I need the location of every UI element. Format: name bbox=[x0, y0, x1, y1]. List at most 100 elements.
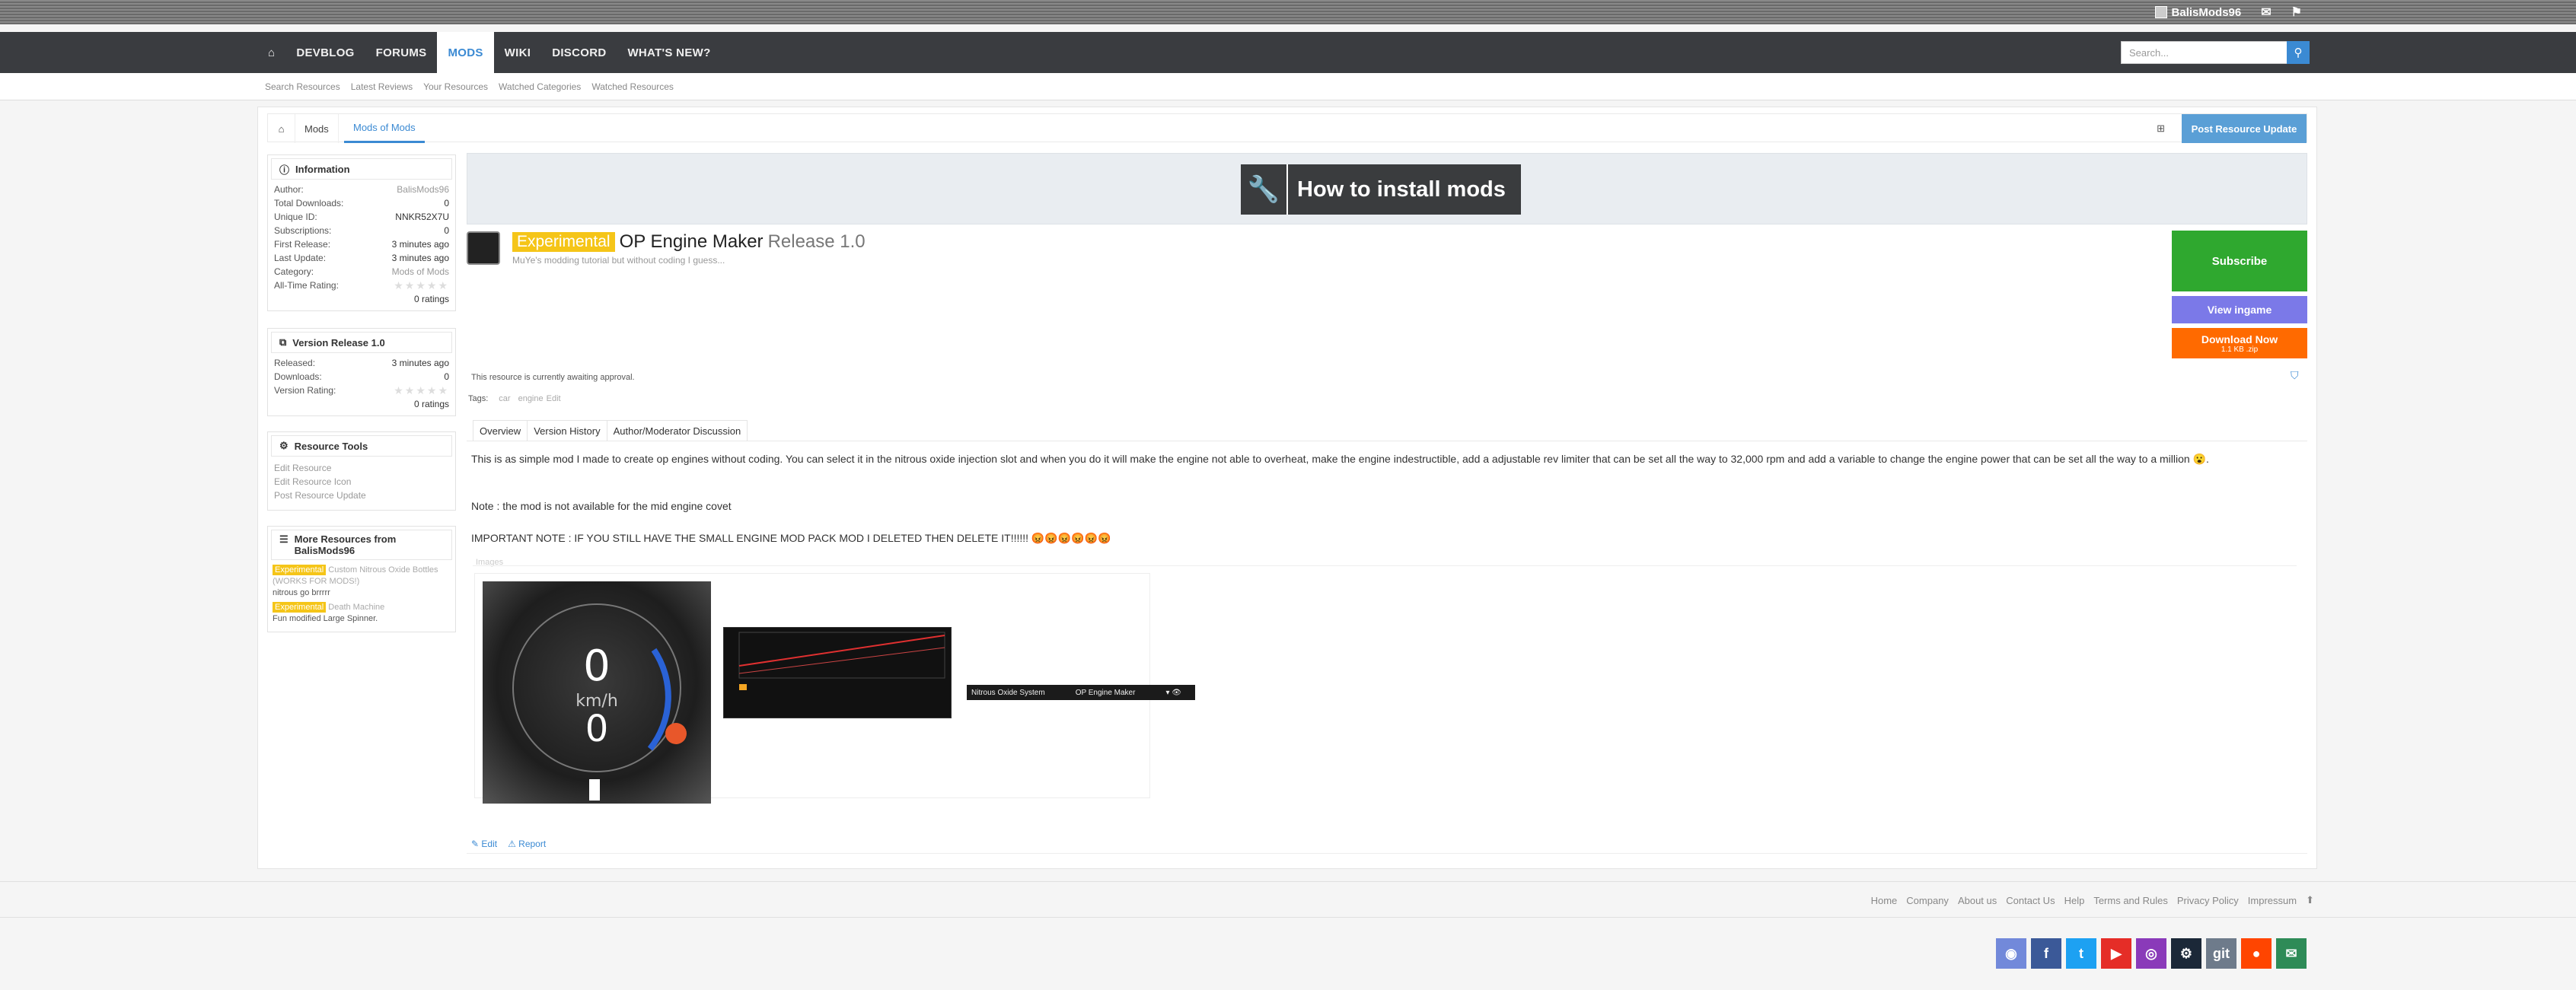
nav-devblog[interactable]: DEVBLOG bbox=[285, 32, 365, 73]
sub-nav: Search Resources Latest Reviews Your Res… bbox=[0, 73, 2576, 100]
edit-resource-link[interactable]: Edit Resource bbox=[268, 461, 455, 475]
tags-edit-link[interactable]: Edit bbox=[547, 394, 561, 403]
report-label: Report bbox=[518, 839, 547, 849]
footer-links-bar: Home Company About us Contact Us Help Te… bbox=[0, 881, 2576, 918]
wrench-icon: 🔧 bbox=[1241, 164, 1288, 215]
info-author[interactable]: BalisMods96 bbox=[397, 184, 449, 195]
subnav-latest-reviews[interactable]: Latest Reviews bbox=[351, 81, 413, 92]
footer-terms[interactable]: Terms and Rules bbox=[2093, 895, 2168, 906]
breadcrumb-home-icon[interactable]: ⌂ bbox=[268, 114, 295, 143]
footer-privacy[interactable]: Privacy Policy bbox=[2177, 895, 2239, 906]
twitter-icon[interactable]: t bbox=[2066, 938, 2096, 969]
tab-overview[interactable]: Overview bbox=[473, 421, 528, 441]
footer-home[interactable]: Home bbox=[1871, 895, 1898, 906]
subnav-watched-resources[interactable]: Watched Resources bbox=[591, 81, 674, 92]
search-icon[interactable]: ⚲ bbox=[2287, 41, 2310, 64]
version-label: Released: bbox=[274, 358, 316, 368]
breadcrumb-mods[interactable]: Mods bbox=[295, 114, 339, 143]
resource-release: Release 1.0 bbox=[767, 231, 866, 252]
facebook-icon[interactable]: f bbox=[2031, 938, 2061, 969]
tag-engine[interactable]: engine bbox=[518, 394, 544, 403]
view-ingame-button[interactable]: View ingame bbox=[2172, 296, 2307, 323]
footer-impressum[interactable]: Impressum bbox=[2248, 895, 2297, 906]
svg-text:0: 0 bbox=[583, 641, 611, 691]
experimental-badge: Experimental bbox=[512, 232, 615, 252]
user-menu[interactable]: BalisMods96 bbox=[2154, 5, 2242, 19]
footer-contact[interactable]: Contact Us bbox=[2006, 895, 2055, 906]
footer-help[interactable]: Help bbox=[2064, 895, 2085, 906]
footer-about[interactable]: About us bbox=[1958, 895, 1997, 906]
list-item[interactable]: Experimental Custom Nitrous Oxide Bottle… bbox=[268, 563, 455, 600]
username: BalisMods96 bbox=[2171, 5, 2242, 19]
subnav-search-resources[interactable]: Search Resources bbox=[265, 81, 340, 92]
image-gallery: 0 km/h 0 Nitrous Oxide System OP Engine … bbox=[474, 573, 1195, 804]
resource-title: Experimental OP Engine Maker Release 1.0 bbox=[512, 231, 866, 253]
steam-icon[interactable]: ⚙ bbox=[2171, 938, 2201, 969]
how-to-install-label: How to install mods bbox=[1297, 177, 1506, 202]
edit-resource-icon-link[interactable]: Edit Resource Icon bbox=[268, 475, 455, 489]
instagram-icon[interactable]: ◎ bbox=[2136, 938, 2166, 969]
graph-thumbnail[interactable] bbox=[723, 627, 952, 718]
subnav-your-resources[interactable]: Your Resources bbox=[423, 81, 488, 92]
shield-icon[interactable]: ⛉ bbox=[2291, 369, 2299, 382]
download-button[interactable]: Download Now 1.1 KB .zip bbox=[2172, 328, 2307, 358]
resource-title[interactable]: Death Machine bbox=[328, 603, 384, 612]
nav-discord[interactable]: DISCORD bbox=[541, 32, 617, 73]
info-label: All-Time Rating: bbox=[274, 280, 339, 291]
nav-wiki[interactable]: WIKI bbox=[494, 32, 542, 73]
eye-icon: ▾ 👁 bbox=[1165, 688, 1181, 697]
subnav-watched-categories[interactable]: Watched Categories bbox=[499, 81, 581, 92]
subscribe-button[interactable]: Subscribe bbox=[2172, 231, 2307, 291]
version-label: Version Rating: bbox=[274, 385, 336, 396]
info-value: 3 minutes ago bbox=[391, 253, 449, 263]
tag-car[interactable]: car bbox=[499, 394, 510, 403]
nav-whats-new[interactable]: WHAT'S NEW? bbox=[617, 32, 721, 73]
report-link[interactable]: ⚠ Report bbox=[508, 839, 546, 849]
resource-tagline: Fun modified Large Spinner. bbox=[273, 614, 378, 623]
speedometer-thumbnail[interactable]: 0 km/h 0 bbox=[483, 581, 711, 804]
resource-name: OP Engine Maker bbox=[619, 231, 764, 252]
scroll-top-icon[interactable]: ⬆ bbox=[2306, 894, 2314, 906]
version-label: Downloads: bbox=[274, 371, 322, 382]
sitemap-icon[interactable]: ⊞ bbox=[2157, 123, 2165, 135]
info-category[interactable]: Mods of Mods bbox=[392, 266, 449, 277]
search-input[interactable]: Search... bbox=[2121, 41, 2310, 64]
info-value: 0 ratings bbox=[413, 294, 449, 304]
tab-discussion[interactable]: Author/Moderator Discussion bbox=[607, 421, 748, 441]
download-size: 1.1 KB .zip bbox=[2221, 345, 2259, 354]
info-icon: ⓘ bbox=[279, 164, 290, 176]
email-icon[interactable]: ✉ bbox=[2276, 938, 2307, 969]
post-resource-update-link[interactable]: Post Resource Update bbox=[268, 489, 455, 502]
inbox-icon[interactable]: ✉ bbox=[2261, 5, 2271, 20]
info-value: NNKR52X7U bbox=[395, 212, 449, 222]
version-icon: ⧉ bbox=[279, 336, 287, 348]
list-item[interactable]: Experimental Death Machine Fun modified … bbox=[268, 600, 455, 626]
nav-forums[interactable]: FORUMS bbox=[365, 32, 438, 73]
info-value: 3 minutes ago bbox=[391, 239, 449, 250]
breadcrumb-mods-of-mods[interactable]: Mods of Mods bbox=[344, 114, 425, 143]
download-label: Download Now bbox=[2201, 333, 2278, 345]
tools-icon: ⚙ bbox=[279, 440, 289, 451]
youtube-icon[interactable]: ▶ bbox=[2101, 938, 2131, 969]
footer-company[interactable]: Company bbox=[1906, 895, 1949, 906]
rating-stars[interactable]: ★★★★★ bbox=[394, 384, 449, 397]
how-to-install-button[interactable]: 🔧 How to install mods bbox=[1241, 164, 1521, 215]
tab-version-history[interactable]: Version History bbox=[528, 421, 607, 441]
post-actions: ✎ Edit ⚠ Report bbox=[471, 839, 546, 849]
home-icon[interactable]: ⌂ bbox=[257, 32, 285, 73]
resource-tagline: MuYe's modding tutorial but without codi… bbox=[512, 255, 725, 266]
post-resource-update-button[interactable]: Post Resource Update bbox=[2182, 114, 2307, 143]
resource-tabs: Overview Version History Author/Moderato… bbox=[473, 420, 748, 441]
edit-link[interactable]: ✎ Edit bbox=[471, 839, 497, 849]
experimental-badge: Experimental bbox=[273, 602, 327, 613]
git-icon[interactable]: git bbox=[2206, 938, 2236, 969]
info-label: Subscriptions: bbox=[274, 225, 332, 236]
experimental-badge: Experimental bbox=[273, 565, 327, 575]
discord-icon[interactable]: ◉ bbox=[1996, 938, 2026, 969]
reddit-icon[interactable]: ● bbox=[2241, 938, 2272, 969]
nav-mods[interactable]: MODS bbox=[437, 32, 494, 73]
nitrous-slot-thumbnail[interactable]: Nitrous Oxide System OP Engine Maker ▾ 👁 bbox=[967, 685, 1195, 700]
tools-heading: Resource Tools bbox=[294, 440, 368, 452]
thumb-label: Nitrous Oxide System bbox=[971, 688, 1045, 697]
alerts-flag-icon[interactable]: ⚑ bbox=[2291, 5, 2302, 20]
